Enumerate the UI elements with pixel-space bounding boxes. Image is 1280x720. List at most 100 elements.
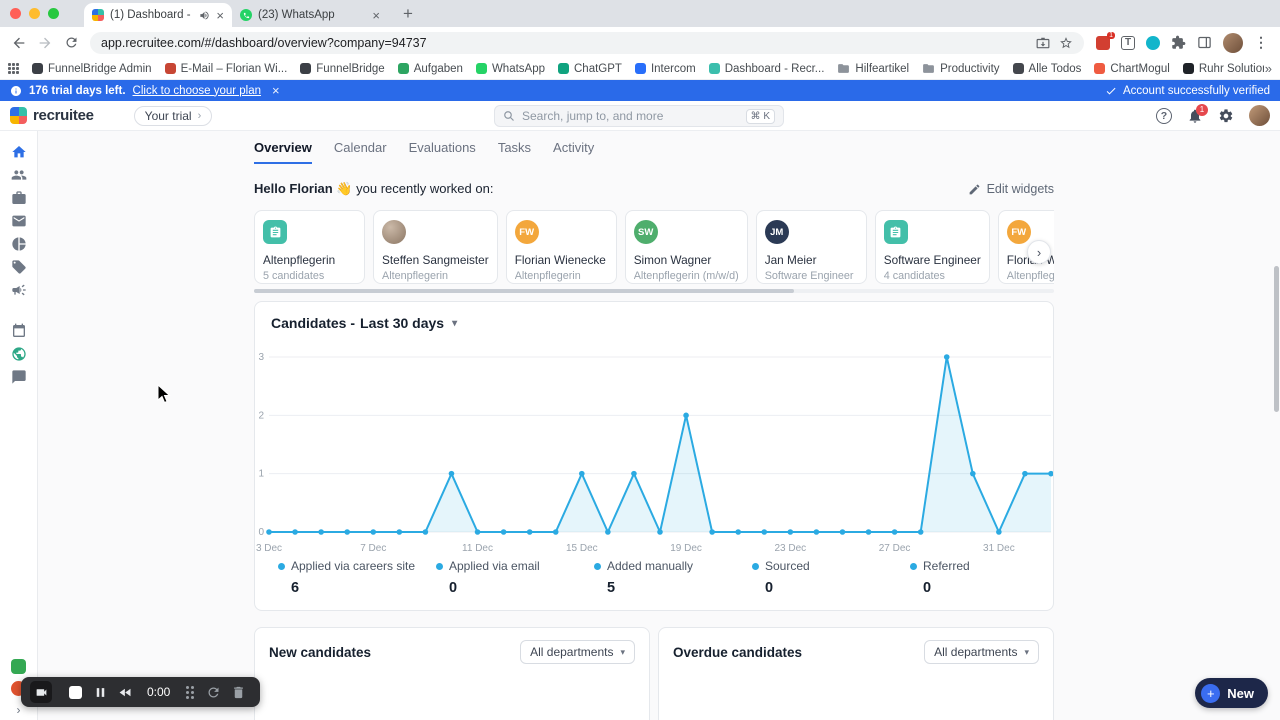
browser-tab-dashboard[interactable]: (1) Dashboard - Recruitee × [84, 3, 232, 27]
edit-widgets-button[interactable]: Edit widgets [968, 182, 1054, 196]
close-window-button[interactable] [10, 8, 21, 19]
legend-item[interactable]: Applied via email 0 [436, 559, 594, 596]
cards-scrollbar[interactable] [254, 289, 1054, 293]
tab-overview[interactable]: Overview [254, 140, 312, 164]
bookmark-item[interactable]: Alle Todos [1007, 60, 1088, 77]
close-tab-icon[interactable]: × [216, 9, 224, 22]
recent-card[interactable]: Software Engineer 4 candidates [874, 210, 990, 284]
page-scrollbar-thumb[interactable] [1274, 266, 1279, 412]
stop-recording-button[interactable] [69, 685, 82, 699]
departments-filter-select[interactable]: All departments ▾ [520, 640, 635, 664]
recent-card[interactable]: FW Florian Wienecke Altenpflegerin [505, 210, 617, 284]
cards-scrollbar-thumb[interactable] [254, 289, 794, 293]
sidebar-item-campaigns[interactable] [7, 278, 31, 301]
bookmark-item[interactable]: Productivity [916, 60, 1005, 77]
tab-evaluations[interactable]: Evaluations [409, 140, 476, 164]
sidebar-item-reports[interactable] [7, 232, 31, 255]
close-tab-icon[interactable]: × [372, 9, 380, 22]
bookmark-item[interactable]: WhatsApp [470, 60, 551, 77]
cards-next-button[interactable]: › [1027, 240, 1051, 264]
bookmark-item[interactable]: Aufgaben [392, 60, 469, 77]
global-search[interactable]: ⌘ K [494, 105, 784, 127]
bookmark-item[interactable]: ChartMogul [1088, 60, 1175, 77]
bookmarks-overflow-icon[interactable]: » [1265, 61, 1272, 76]
recent-card[interactable]: Altenpflegerin 5 candidates [254, 210, 365, 284]
zoom-window-button[interactable] [48, 8, 59, 19]
bookmark-item[interactable]: FunnelBridge Admin [26, 60, 158, 77]
browser-tab-whatsapp[interactable]: (23) WhatsApp × [232, 3, 388, 27]
sidebar-expand-chevron-icon[interactable]: › [17, 703, 21, 717]
legend-item[interactable]: Applied via careers site 6 [278, 559, 436, 596]
drag-handle-icon[interactable] [186, 685, 195, 699]
restart-recording-icon[interactable] [206, 685, 221, 700]
pause-recording-icon[interactable] [93, 685, 108, 700]
apps-grid-icon[interactable] [8, 63, 19, 74]
bookmark-label: Dashboard - Recr... [724, 62, 825, 75]
job-icon [883, 220, 908, 244]
address-bar[interactable]: app.recruitee.com/#/dashboard/overview?c… [90, 31, 1084, 54]
bookmark-item[interactable]: ChatGPT [552, 60, 628, 77]
app-sidebar: › [0, 131, 38, 720]
extension-icon-red[interactable]: 1 [1096, 31, 1115, 50]
bookmark-item[interactable]: E-Mail – Florian Wi... [159, 60, 294, 77]
bookmark-item[interactable]: FunnelBridge [294, 60, 390, 77]
install-app-icon[interactable] [1036, 36, 1050, 50]
tab-activity[interactable]: Activity [553, 140, 594, 164]
legend-item[interactable]: Sourced 0 [752, 559, 910, 596]
extension-icon-t[interactable]: T [1121, 35, 1135, 50]
departments-filter-select[interactable]: All departments ▾ [924, 640, 1039, 664]
bookmark-item[interactable]: Dashboard - Recr... [703, 60, 831, 77]
search-input[interactable] [522, 109, 739, 123]
bookmark-star-icon[interactable] [1059, 36, 1073, 50]
app-icon-green[interactable] [11, 659, 26, 674]
sidebar-item-jobs[interactable] [7, 186, 31, 209]
new-tab-button[interactable]: + [396, 2, 420, 26]
recruitee-logo-text[interactable]: recruitee [33, 107, 94, 124]
settings-gear-icon[interactable] [1218, 108, 1234, 124]
extensions-puzzle-icon[interactable] [1171, 35, 1186, 50]
bookmark-item[interactable]: Ruhr Solutions Unt... [1177, 60, 1264, 77]
trial-banner[interactable]: 176 trial days left. Click to choose you… [0, 80, 1280, 101]
sidebar-item-dashboard[interactable] [7, 140, 31, 163]
sidebar-item-candidates[interactable] [7, 163, 31, 186]
legend-item[interactable]: Added manually 5 [594, 559, 752, 596]
recruitee-logo-icon[interactable] [10, 107, 27, 124]
recent-card[interactable]: JM Jan Meier Software Engineer [755, 210, 867, 284]
notifications-bell-icon[interactable]: 1 [1187, 103, 1208, 124]
breadcrumb[interactable]: Your trial › [133, 105, 213, 126]
tab-tasks[interactable]: Tasks [498, 140, 531, 164]
sidebar-item-talent-pool[interactable] [7, 255, 31, 278]
bookmark-item[interactable]: Intercom [629, 60, 702, 77]
new-button[interactable]: + New [1195, 678, 1268, 708]
bookmark-label: Alle Todos [1028, 62, 1082, 75]
forward-icon[interactable] [32, 30, 58, 56]
banner-close-icon[interactable]: × [272, 83, 280, 98]
user-avatar[interactable] [1249, 105, 1270, 126]
sidebar-item-careers-site[interactable] [7, 342, 31, 365]
choose-plan-link[interactable]: Click to choose your plan [133, 85, 261, 97]
bookmark-item[interactable]: Hilfeartikel [831, 60, 915, 77]
tab-audio-icon[interactable] [199, 10, 210, 21]
minimize-window-button[interactable] [29, 8, 40, 19]
reload-icon[interactable] [58, 30, 84, 56]
side-panel-icon[interactable] [1197, 35, 1212, 50]
legend-item[interactable]: Referred 0 [910, 559, 970, 596]
sidebar-item-calendar[interactable] [7, 319, 31, 342]
delete-recording-icon[interactable] [231, 685, 246, 700]
help-icon[interactable]: ? [1156, 107, 1172, 124]
browser-menu-kebab-icon[interactable]: ⋮ [1254, 34, 1268, 51]
camera-icon[interactable] [30, 681, 52, 703]
sidebar-item-inbox[interactable] [7, 209, 31, 232]
recent-card[interactable]: Steffen Sangmeister Altenpflegerin [373, 210, 498, 284]
sidebar-item-chat[interactable] [7, 365, 31, 388]
folder-icon [838, 64, 850, 73]
browser-profile-avatar[interactable] [1223, 32, 1243, 53]
rewind-icon[interactable] [118, 685, 133, 700]
recent-card[interactable]: SW Simon Wagner Altenpflegerin (m/w/d) [624, 210, 748, 284]
briefcase-icon [11, 190, 26, 204]
chart-period-dropdown[interactable]: Candidates - Last 30 days ▾ [255, 302, 1053, 335]
favicon [300, 63, 312, 74]
back-icon[interactable] [6, 30, 32, 56]
tab-calendar[interactable]: Calendar [334, 140, 387, 164]
extension-icon-teal[interactable] [1146, 35, 1160, 50]
